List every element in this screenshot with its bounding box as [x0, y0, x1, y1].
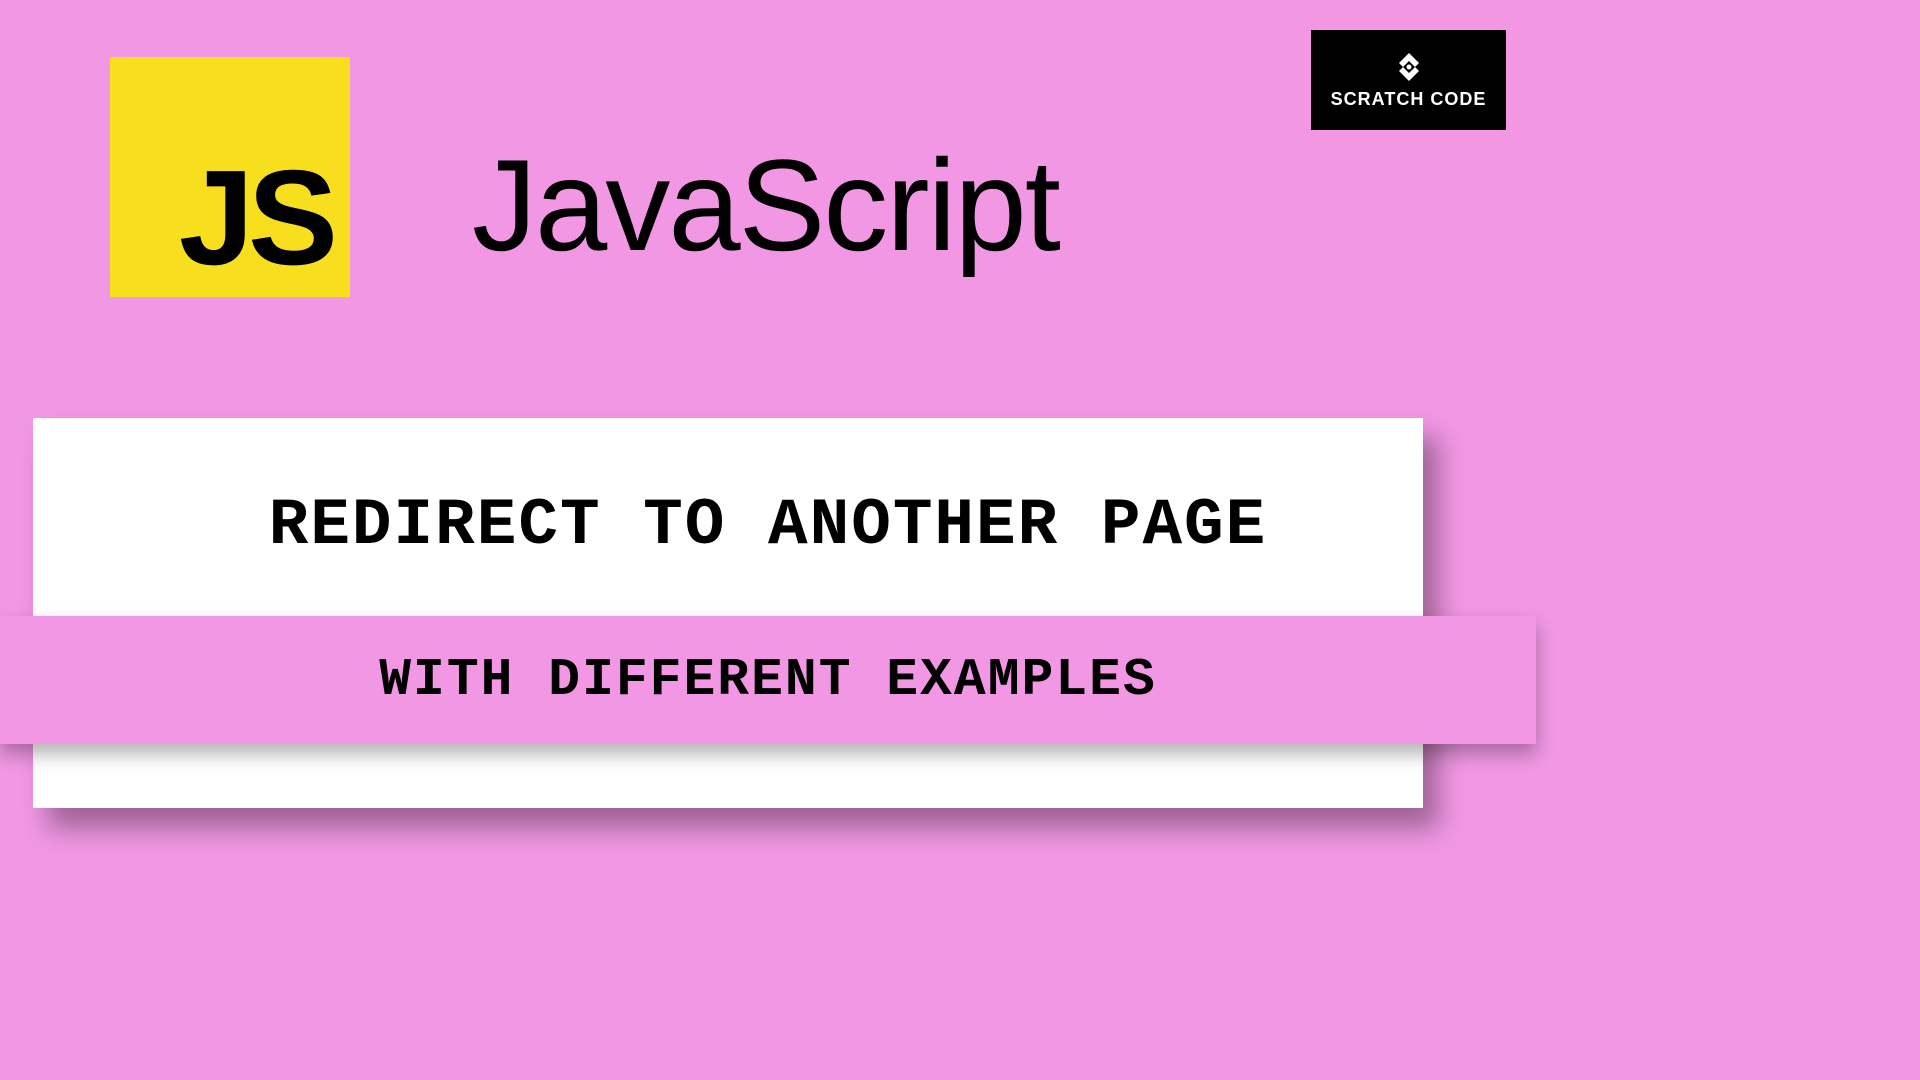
main-heading: REDIRECT TO ANOTHER PAGE	[0, 488, 1536, 563]
white-content-box	[33, 418, 1423, 808]
js-logo: JS	[110, 57, 350, 297]
javascript-title: JavaScript	[472, 130, 1059, 280]
scratch-code-badge: SCRATCH CODE	[1311, 30, 1506, 130]
scratch-code-icon	[1393, 51, 1425, 83]
pink-strip: WITH DIFFERENT EXAMPLES	[0, 616, 1536, 744]
js-logo-text: JS	[179, 150, 332, 285]
scratch-code-text: SCRATCH CODE	[1331, 89, 1487, 110]
sub-heading: WITH DIFFERENT EXAMPLES	[379, 650, 1157, 710]
